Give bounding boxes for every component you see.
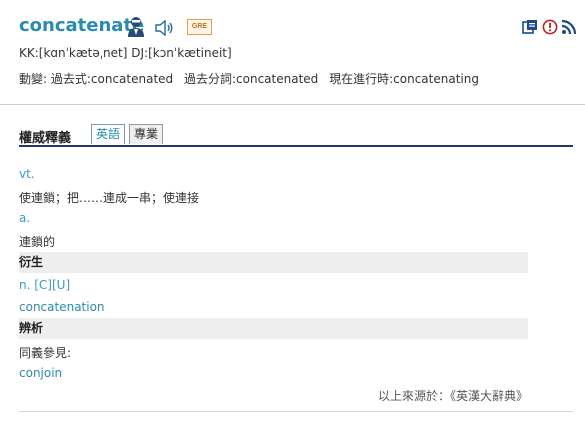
bottom-divider (19, 411, 573, 412)
derivative-pos: n. [C][U] (19, 278, 71, 292)
definition-verb: 使連鎖；把……連成一串；使連接 (19, 191, 200, 205)
derivative-word-link[interactable]: concatenation (19, 300, 105, 314)
tabs-underline (19, 145, 573, 147)
person-icon[interactable] (127, 16, 145, 38)
pos-verb-transitive: vt. (19, 167, 35, 181)
tabs-title: 權威釋義 (19, 131, 72, 146)
derivative-heading-label: 衍生 (19, 255, 44, 269)
morph-present-participle: 現在進行時:concatenating (329, 72, 479, 86)
rss-icon[interactable] (561, 19, 577, 35)
analysis-heading: 辨析 (19, 318, 528, 339)
definition-adjective: 連鎖的 (19, 235, 56, 249)
header-divider (0, 104, 585, 105)
morph-past-participle: 過去分詞:concatenated (183, 72, 319, 86)
copy-icon[interactable] (522, 19, 538, 35)
entry-header: concatenate GRE KK:[kɑnˈkætəˌnet] DJ:[kɔ… (0, 0, 585, 104)
morphology: 動變: 過去式:concatenated 過去分詞:concatenated 現… (19, 70, 486, 87)
report-icon[interactable] (542, 19, 558, 35)
morph-past-tense: 動變: 過去式:concatenated (19, 72, 174, 86)
analysis-heading-label: 辨析 (19, 321, 44, 335)
gre-badge: GRE (187, 19, 212, 35)
pronunciation: KK:[kɑnˈkætəˌnet] DJ:[kɔnˈkætineit] (19, 46, 232, 60)
headword: concatenate (19, 15, 145, 36)
derivative-heading: 衍生 (19, 252, 528, 273)
synonym-label: 同義參見: (19, 346, 72, 360)
tab-english[interactable]: 英語 (91, 124, 126, 144)
definition-tabs: 權威釋義 英語 專業 (19, 124, 572, 146)
tab-professional[interactable]: 專業 (129, 124, 164, 144)
speaker-icon[interactable] (155, 20, 174, 36)
pos-adjective: a. (19, 211, 31, 225)
source-citation: 以上來源於：《英漢大辭典》 (377, 389, 528, 403)
synonym-word-link[interactable]: conjoin (19, 366, 62, 380)
